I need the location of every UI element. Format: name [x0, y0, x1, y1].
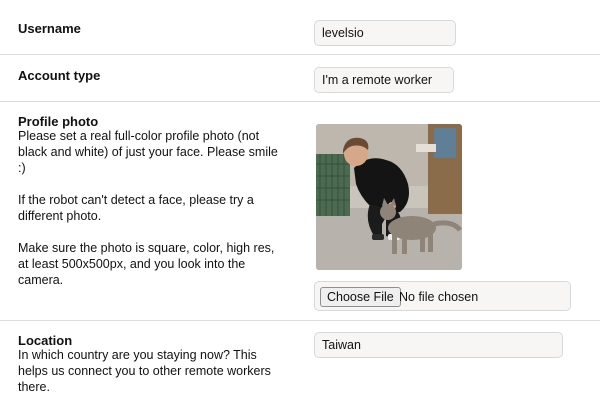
location-description: In which country are you staying now? Th…	[18, 348, 271, 394]
account-type-label: Account type	[18, 68, 101, 83]
divider	[0, 54, 600, 55]
account-type-select[interactable]: I'm a remote worker	[314, 67, 454, 93]
divider	[0, 320, 600, 321]
username-label: Username	[18, 21, 81, 36]
file-upload-field[interactable]: Choose File No file chosen	[314, 281, 571, 311]
username-input[interactable]: levelsio	[314, 20, 456, 46]
profile-photo-description: Please set a real full-color profile pho…	[18, 129, 278, 287]
choose-file-button[interactable]: Choose File	[320, 287, 401, 307]
location-input[interactable]: Taiwan	[314, 332, 563, 358]
divider	[0, 101, 600, 102]
profile-photo-image	[316, 124, 462, 270]
no-file-status: No file chosen	[399, 290, 479, 304]
